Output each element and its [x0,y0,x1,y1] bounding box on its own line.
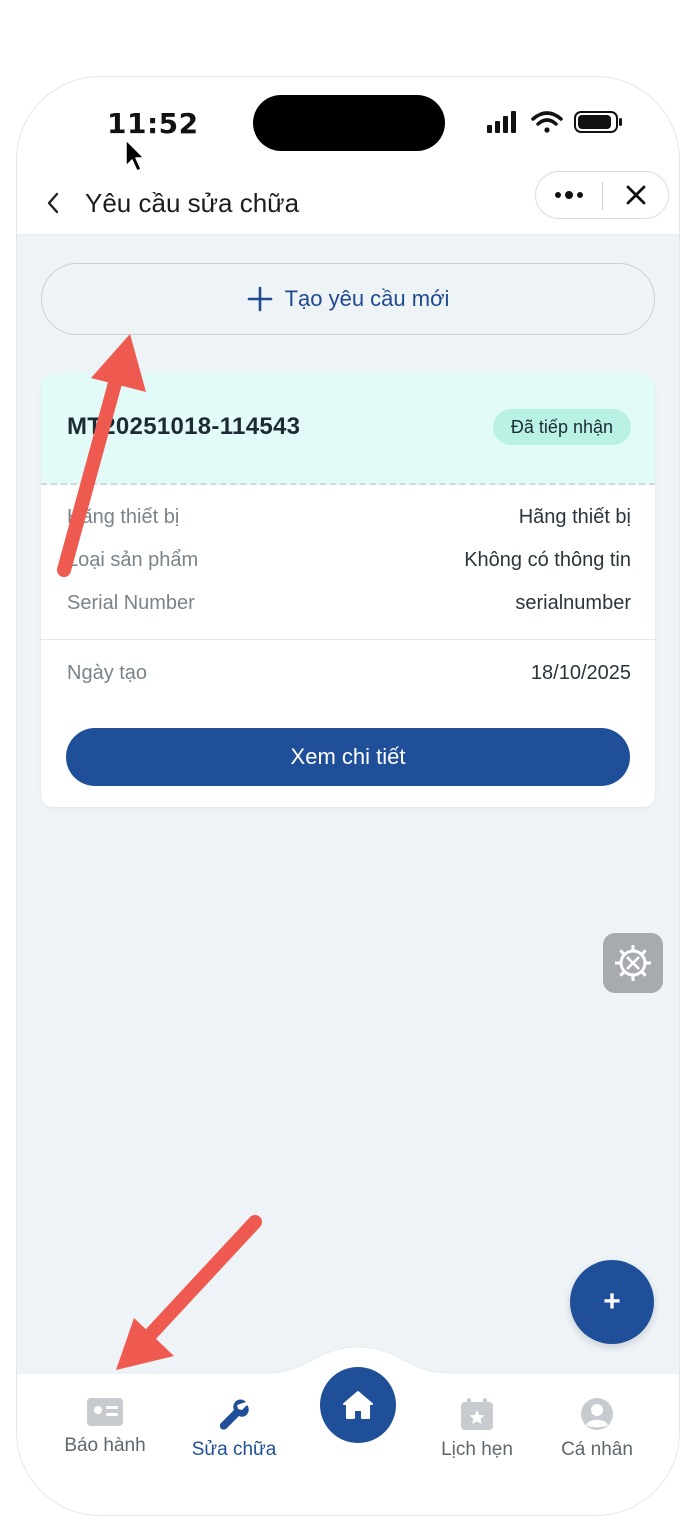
tab-label: Lịch hẹn [441,1439,513,1460]
tab-repair[interactable]: Sửa chữa [174,1397,294,1461]
dynamic-island [253,95,445,151]
field-row-serial: Serial Number serialnumber [67,592,631,622]
tab-home[interactable] [320,1367,396,1443]
status-time: 11:52 [107,107,199,140]
create-request-label: Tạo yêu cầu mới [284,286,450,311]
more-dots-icon [555,191,583,199]
tab-label: Cá nhân [561,1439,633,1460]
field-row-product-type: Loại sản phẩm Không có thông tin [67,549,631,579]
status-badge: Đã tiếp nhận [492,409,631,445]
create-request-button[interactable]: Tạo yêu cầu mới [41,263,655,335]
wrench-icon [219,1399,249,1430]
field-label: Loại sản phẩm [67,549,199,571]
tab-label: Báo hành [64,1435,146,1456]
settings-tool-button[interactable] [603,933,663,993]
field-value: serialnumber [515,592,631,614]
card-header: MT20251018-114543 Đã tiếp nhận [41,373,655,485]
close-icon [626,185,646,205]
field-value: 18/10/2025 [530,662,631,684]
page-title: Yêu cầu sửa chữa [85,188,300,218]
field-row-brand: Hãng thiết bị Hãng thiết bị [67,506,631,536]
chevron-left-icon [47,192,59,214]
plus-icon [247,286,272,312]
card-divider [41,639,655,640]
field-value: Hãng thiết bị [518,506,631,528]
tab-appointments[interactable]: Lịch hẹn [417,1397,537,1461]
battery-icon [574,111,622,133]
field-row-created-date: Ngày tạo 18/10/2025 [67,662,631,692]
phone-frame: 11:52 Yêu cầu sửa chữa Tạo yêu cầu mới M… [16,76,680,1516]
field-label: Hãng thiết bị [67,506,180,528]
back-button[interactable] [37,185,69,221]
user-circle-icon [581,1398,613,1430]
main-content: Tạo yêu cầu mới MT20251018-114543 Đã tiế… [17,235,679,1375]
mini-program-capsule [535,171,669,219]
field-label: Ngày tạo [67,662,148,684]
request-card: MT20251018-114543 Đã tiếp nhận Hãng thiế… [41,373,655,807]
navigation-bar: Yêu cầu sửa chữa [17,171,679,235]
wifi-icon [531,111,563,133]
gear-tools-icon [615,945,651,981]
view-detail-button[interactable]: Xem chi tiết [66,728,630,786]
status-bar: 11:52 [17,77,679,167]
signal-icon [487,111,516,133]
mouse-cursor-icon [125,139,145,172]
calendar-star-icon [461,1398,493,1430]
field-value: Không có thông tin [464,549,631,571]
id-card-icon [87,1398,123,1426]
request-id: MT20251018-114543 [67,413,301,440]
more-button[interactable] [536,172,602,218]
close-button[interactable] [603,172,669,218]
status-icons [487,111,622,133]
add-fab-button[interactable]: + [570,1260,654,1344]
tab-label: Sửa chữa [191,1439,277,1460]
field-label: Serial Number [67,592,195,614]
tab-warranty[interactable]: Báo hành [45,1397,165,1457]
home-icon [343,1391,373,1419]
tab-profile[interactable]: Cá nhân [537,1397,657,1461]
